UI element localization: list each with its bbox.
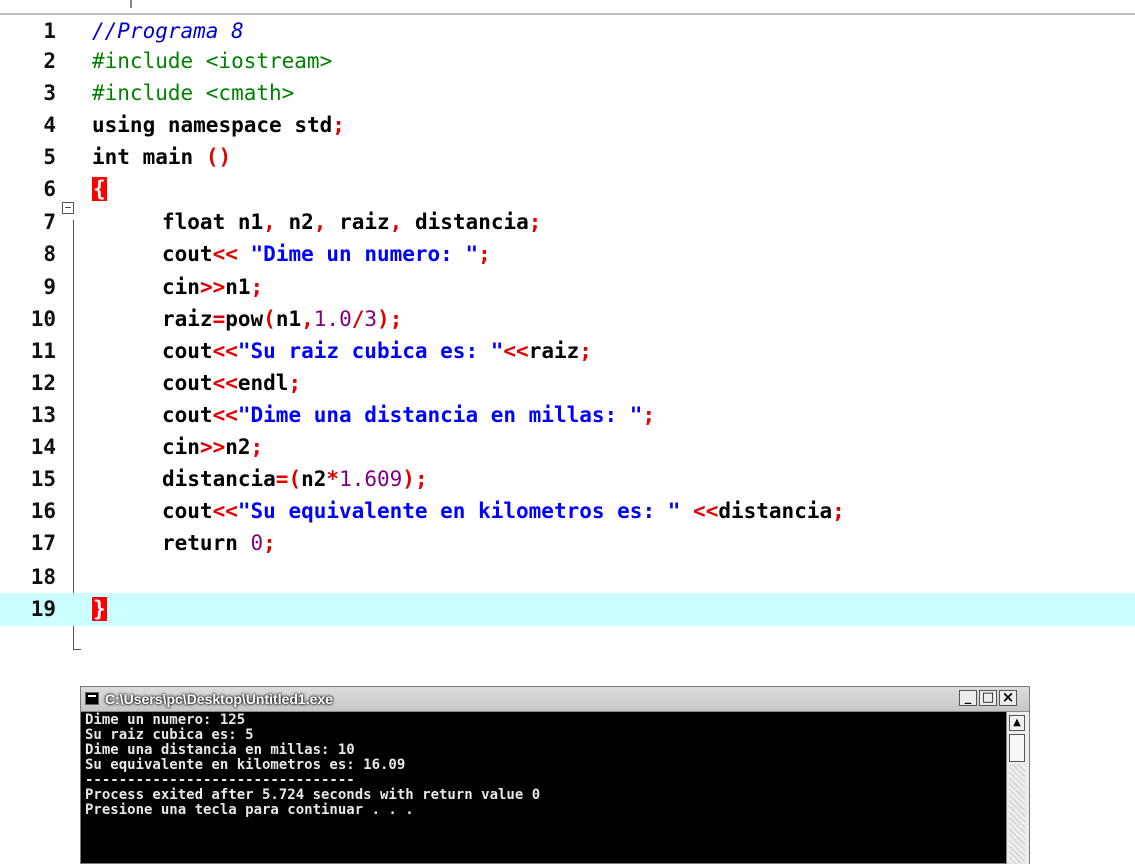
code-line[interactable]: 10 raiz=pow(n1,1.0/3); — [0, 303, 1135, 336]
line-number: 5 — [43, 145, 56, 169]
line-number: 13 — [30, 403, 56, 427]
code-text: } — [92, 597, 107, 621]
code-editor[interactable]: 1 //Programa 8 2 #include <iostream> 3 #inclu… — [0, 15, 1135, 675]
console-line: Su equivalente en kilometros es: 16.09 — [85, 757, 406, 773]
console-scrollbar[interactable]: ▲ — [1006, 712, 1029, 864]
console-title-bar[interactable]: C:\Users\pc\Desktop\Untitled1.exe _ □ × — [81, 687, 1029, 712]
code-text: //Programa 8 — [92, 19, 244, 43]
ruler-tick — [130, 0, 132, 8]
line-number: 6 — [43, 177, 56, 201]
maximize-button[interactable]: □ — [979, 690, 997, 706]
code-text: return 0; — [162, 531, 276, 555]
code-line[interactable]: 8 cout<< "Dime un numero: "; — [0, 238, 1135, 271]
console-window[interactable]: C:\Users\pc\Desktop\Untitled1.exe _ □ × … — [80, 686, 1030, 864]
line-number: 1 — [43, 19, 56, 43]
line-number: 15 — [30, 467, 56, 491]
line-number: 7 — [43, 210, 56, 234]
code-text: #include <iostream> — [92, 49, 333, 73]
line-number: 2 — [43, 49, 56, 73]
code-line[interactable]: 14 cin>>n2; — [0, 431, 1135, 464]
code-line[interactable]: 18 — [0, 561, 1135, 594]
console-output[interactable]: Dime un numero: 125 Su raiz cubica es: 5D… — [85, 713, 1001, 863]
console-line: Process exited after 5.724 seconds with … — [85, 787, 541, 803]
code-text: float n1, n2, raiz, distancia; — [162, 210, 542, 234]
console-title: C:\Users\pc\Desktop\Untitled1.exe — [105, 691, 333, 707]
console-line: Presione una tecla para continuar . . . — [85, 802, 414, 818]
code-text: using namespace std; — [92, 113, 345, 137]
line-number: 9 — [43, 275, 56, 299]
code-text: cout<< "Dime un numero: "; — [162, 242, 491, 266]
console-line: Su raiz cubica es: 5 — [85, 727, 254, 743]
line-number: 3 — [43, 81, 56, 105]
scroll-thumb[interactable] — [1009, 734, 1025, 762]
code-text: #include <cmath> — [92, 81, 295, 105]
code-line[interactable]: 9 cin>>n1; — [0, 271, 1135, 304]
code-line[interactable]: 13 cout<<"Dime una distancia en millas: "… — [0, 399, 1135, 432]
code-text: raiz=pow(n1,1.0/3); — [162, 307, 403, 331]
code-line[interactable]: 15 distancia=(n2*1.609); — [0, 463, 1135, 496]
line-number: 8 — [43, 242, 56, 266]
line-number: 19 — [30, 597, 56, 621]
code-text: cout<<"Su raiz cubica es: "<<raiz; — [162, 339, 592, 363]
console-line: Dime un numero: 125 — [85, 712, 246, 728]
console-app-icon — [85, 692, 99, 705]
code-line[interactable]: 12 cout<<endl; — [0, 367, 1135, 400]
line-number: 16 — [30, 499, 56, 523]
code-text: cout<<endl; — [162, 371, 302, 395]
code-line[interactable]: 2 #include <iostream> — [0, 45, 1135, 78]
close-button[interactable]: × — [999, 690, 1017, 706]
code-line[interactable]: 16 cout<<"Su equivalente en kilometros es… — [0, 495, 1135, 528]
line-number: 14 — [30, 435, 56, 459]
line-number: 17 — [30, 531, 56, 555]
scroll-up-arrow-icon[interactable]: ▲ — [1009, 715, 1025, 731]
scroll-track[interactable] — [1009, 764, 1025, 864]
code-line[interactable]: 19} — [0, 593, 1135, 626]
line-number: 18 — [30, 565, 56, 589]
code-text: cout<<"Dime una distancia en millas: "; — [162, 403, 656, 427]
code-line[interactable]: 6{ — [0, 173, 1135, 206]
code-line[interactable]: 3 #include <cmath> — [0, 77, 1135, 110]
code-text: { — [92, 177, 107, 201]
editor-top-border — [0, 0, 1135, 15]
code-text: cin>>n2; — [162, 435, 264, 459]
line-number: 4 — [43, 113, 56, 137]
line-number: 11 — [30, 339, 56, 363]
code-line[interactable]: 17 return 0; — [0, 527, 1135, 560]
code-text: int main () — [92, 145, 232, 169]
line-number: 12 — [30, 371, 56, 395]
code-text: cout<<"Su equivalente en kilometros es: … — [162, 499, 845, 523]
console-line: -------------------------------- — [85, 772, 355, 788]
code-line[interactable]: 4 using namespace std; — [0, 109, 1135, 142]
code-line[interactable]: 5 int main () — [0, 141, 1135, 174]
code-line[interactable]: 1 //Programa 8 — [0, 15, 1135, 48]
code-line[interactable]: 11 cout<<"Su raiz cubica es: "<<raiz; — [0, 335, 1135, 368]
code-line[interactable]: 7 float n1, n2, raiz, distancia; — [0, 206, 1135, 239]
minimize-button[interactable]: _ — [959, 690, 977, 706]
line-number: 10 — [30, 307, 56, 331]
code-text: distancia=(n2*1.609); — [162, 467, 428, 491]
code-text: cin>>n1; — [162, 275, 264, 299]
console-line: Dime una distancia en millas: 10 — [85, 742, 355, 758]
